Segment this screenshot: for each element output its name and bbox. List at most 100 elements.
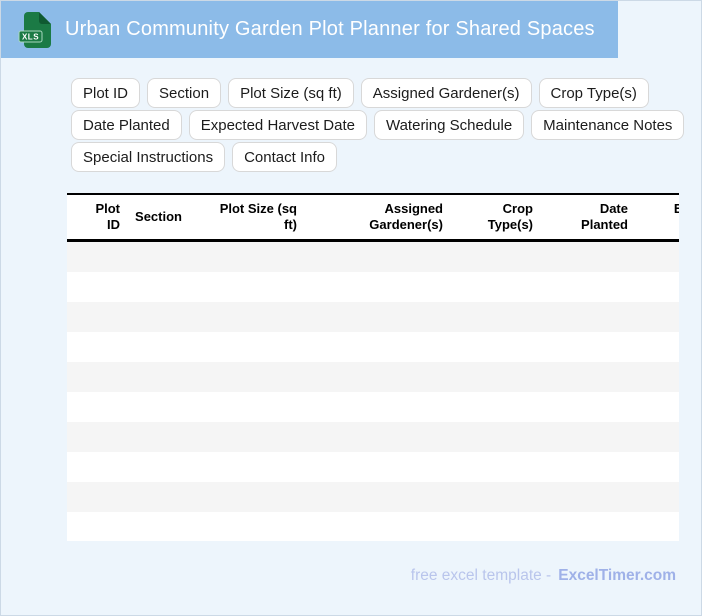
table-cell [303,331,449,362]
table-row [67,301,679,332]
table-cell [634,391,679,422]
table-cell [303,271,449,302]
table-header-row: Plot ID Section Plot Size (sq ft) Assigned … [67,194,679,242]
table-cell [188,421,303,452]
table-cell [303,451,449,482]
table-cell [126,240,188,272]
field-chip-plot-size-sq-ft[interactable]: Plot Size (sq ft) [228,78,354,108]
column-header-plot-id: Plot ID [67,194,126,242]
table-cell [126,301,188,332]
table-cell [126,361,188,392]
column-header-assigned-gardener-s: Assigned Gardener(s) [303,194,449,242]
table-cell [449,240,539,272]
table-cell [188,391,303,422]
table-row [67,511,679,541]
table-cell [126,391,188,422]
table-cell [634,451,679,482]
table-cell [634,271,679,302]
table-cell [126,331,188,362]
table-cell [634,301,679,332]
column-header-expected-harvest-date: Expected Harvest Date [634,194,679,242]
table-cell [126,481,188,512]
table-cell [634,421,679,452]
table-cell [449,271,539,302]
table-cell [449,511,539,541]
table-cell [539,331,634,362]
table-cell [634,240,679,272]
table-cell [449,301,539,332]
title-bar: XLS Urban Community Garden Plot Planner … [1,1,618,58]
field-chip-crop-type-s[interactable]: Crop Type(s) [538,78,649,108]
field-chip-watering-schedule[interactable]: Watering Schedule [373,110,525,140]
xls-icon-label: XLS [22,32,39,41]
field-chip-special-instructions[interactable]: Special Instructions [71,142,226,172]
table-cell [539,421,634,452]
table-cell [634,331,679,362]
table-row [67,391,679,422]
field-chip-section[interactable]: Section [147,78,222,108]
field-chip-assigned-gardener-s[interactable]: Assigned Gardener(s) [360,78,532,108]
table-row [67,240,679,272]
table-cell [539,451,634,482]
footer-brand-link[interactable]: ExcelTimer.com [558,567,676,584]
table-cell [67,240,126,272]
field-chip-row: Plot ID Section Plot Size (sq ft) Assigned … [71,78,684,108]
table-cell [188,240,303,272]
table-cell [449,421,539,452]
table-cell [303,361,449,392]
table-row [67,481,679,512]
page-title: Urban Community Garden Plot Planner for … [65,18,595,40]
table-cell [303,240,449,272]
footer: free excel template - ExcelTimer.com [411,567,676,585]
footer-text: free excel template - [410,567,552,584]
table-cell [634,481,679,512]
table-cell [449,361,539,392]
table-cell [67,271,126,302]
field-chip-row: Date Planted Expected Harvest Date Waterin… [71,110,685,140]
table-cell [67,391,126,422]
table-cell [303,481,449,512]
column-header-date-planted: Date Planted [539,194,634,242]
table-row [67,361,679,392]
table-cell [126,451,188,482]
table-cell [188,271,303,302]
field-chip-plot-id[interactable]: Plot ID [71,78,141,108]
table-cell [449,481,539,512]
table-cell [188,331,303,362]
table-cell [126,421,188,452]
field-chip-contact-info[interactable]: Contact Info [232,142,337,172]
table-cell [67,301,126,332]
field-chip-maintenance-notes[interactable]: Maintenance Notes [531,110,685,140]
table-cell [449,451,539,482]
table-cell [634,361,679,392]
table-cell [303,421,449,452]
table-cell [188,361,303,392]
table-cell [67,511,126,541]
table-cell [67,361,126,392]
table-row [67,421,679,452]
table-cell [449,331,539,362]
table-cell [188,481,303,512]
field-chip-date-planted[interactable]: Date Planted [71,110,182,140]
table-cell [126,271,188,302]
table-row [67,271,679,302]
table-cell [539,301,634,332]
table-cell [303,301,449,332]
field-chip-row: Special Instructions Contact Info [71,142,684,172]
table-cell [539,511,634,541]
table-cell [67,331,126,362]
column-header-section: Section [126,194,188,242]
column-header-plot-size-sq-ft: Plot Size (sq ft) [188,194,303,242]
table-row [67,331,679,362]
table-cell [67,421,126,452]
plot-table: Plot ID Section Plot Size (sq ft) Assigned … [67,193,679,541]
table-cell [188,301,303,332]
field-chip-list: Plot ID Section Plot Size (sq ft) Assigned … [71,78,685,172]
column-header-crop-type-s: Crop Type(s) [449,194,539,242]
field-chip-expected-harvest-date[interactable]: Expected Harvest Date [188,110,367,140]
table-cell [539,391,634,422]
table-cell [539,271,634,302]
table-cell [303,511,449,541]
xls-file-icon: XLS [18,11,51,48]
table-cell [126,511,188,541]
